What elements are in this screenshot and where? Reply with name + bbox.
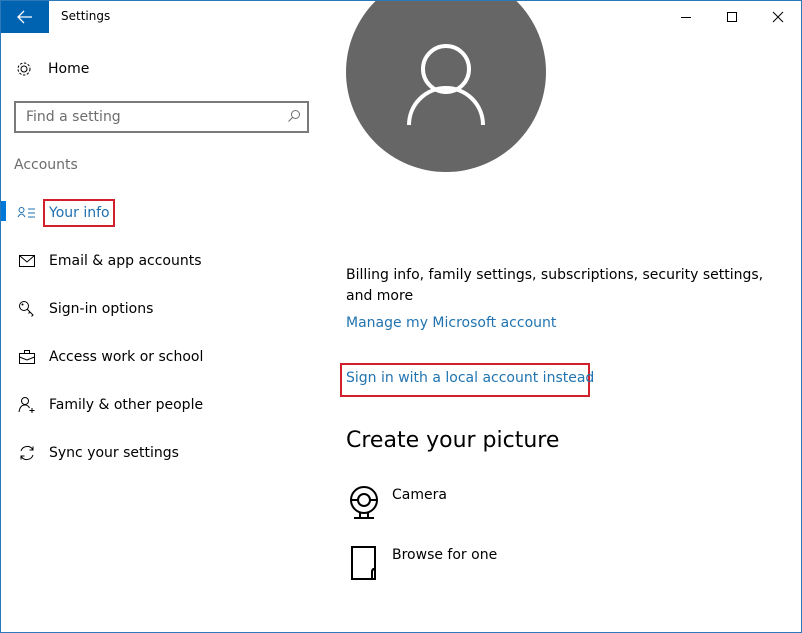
search-icon[interactable] [287, 109, 301, 123]
window-title: Settings [61, 9, 111, 23]
main-content: Billing info, family settings, subscript… [321, 1, 801, 632]
sidebar-item-access-work-school[interactable]: Access work or school [1, 337, 321, 377]
maximize-button[interactable] [709, 1, 755, 33]
active-indicator [1, 201, 6, 221]
search-placeholder: Find a setting [26, 109, 121, 125]
home-label: Home [48, 61, 90, 77]
camera-icon [350, 486, 378, 519]
manage-microsoft-account-link[interactable]: Manage my Microsoft account [346, 315, 556, 331]
sidebar-item-sign-in-options[interactable]: Sign-in options [1, 289, 321, 329]
sidebar-item-sync-settings[interactable]: Sync your settings [1, 433, 321, 473]
sidebar-item-email-app-accounts[interactable]: Email & app accounts [1, 241, 321, 281]
add-person-icon [17, 395, 37, 415]
search-input[interactable]: Find a setting [14, 101, 309, 133]
sidebar-item-label: Email & app accounts [49, 253, 202, 269]
browse-label: Browse for one [392, 547, 498, 563]
sidebar-item-label: Sync your settings [49, 445, 179, 461]
account-avatar[interactable] [346, 1, 546, 172]
sidebar-item-label: Family & other people [49, 397, 204, 413]
gear-icon [17, 62, 31, 76]
minimize-button[interactable] [663, 1, 709, 33]
back-button[interactable] [1, 1, 49, 33]
sign-in-local-account-link[interactable]: Sign in with a local account instead [346, 370, 594, 386]
sidebar-item-your-info[interactable]: Your info [1, 193, 321, 233]
key-icon [17, 299, 37, 319]
contact-info-icon [17, 203, 37, 223]
create-picture-heading: Create your picture [346, 428, 560, 453]
close-button[interactable] [755, 1, 801, 33]
sidebar-item-family-other-people[interactable]: Family & other people [1, 385, 321, 425]
mail-icon [17, 251, 37, 271]
settings-window: Settings Home Find a setting Accounts Yo… [0, 0, 802, 633]
sync-icon [17, 443, 37, 463]
user-icon [407, 44, 485, 126]
briefcase-icon [17, 347, 37, 367]
browse-option[interactable]: Browse for one [346, 545, 546, 585]
minimize-icon [681, 17, 691, 18]
sidebar: Home Find a setting Accounts Your info E… [1, 33, 321, 632]
account-description: Billing info, family settings, subscript… [346, 267, 764, 304]
highlight-box [43, 199, 115, 227]
file-icon [351, 546, 376, 580]
back-arrow-icon [17, 10, 32, 24]
home-nav-item[interactable]: Home [15, 57, 89, 81]
sidebar-item-label: Access work or school [49, 349, 204, 365]
sidebar-item-label: Sign-in options [49, 301, 154, 317]
camera-option[interactable]: Camera [346, 485, 546, 525]
maximize-icon [727, 12, 737, 22]
accounts-section-title: Accounts [14, 157, 78, 173]
close-icon [772, 11, 784, 23]
camera-label: Camera [392, 487, 447, 503]
